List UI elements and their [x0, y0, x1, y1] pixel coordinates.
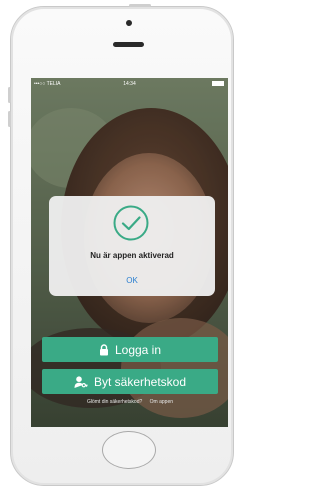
about-app-link[interactable]: Om appen: [150, 399, 173, 405]
login-button[interactable]: Logga in: [42, 337, 218, 362]
front-camera: [126, 20, 132, 26]
change-code-button[interactable]: Byt säkerhetskod: [42, 369, 218, 394]
status-bar: •••○○ TELIA 14:34: [31, 78, 228, 90]
change-code-button-label: Byt säkerhetskod: [93, 374, 187, 389]
person-key-icon: [74, 375, 88, 388]
volume-button-down: [8, 111, 11, 127]
forgot-code-link[interactable]: Glömt din säkerhetskod?: [87, 399, 142, 405]
activation-dialog: Nu är appen aktiverad OK: [49, 196, 215, 296]
checkmark-circle-icon: [113, 205, 149, 241]
home-button[interactable]: [102, 431, 156, 469]
status-time: 14:34: [123, 81, 136, 87]
ok-button[interactable]: OK: [49, 276, 215, 285]
lock-icon: [99, 343, 109, 356]
earpiece-speaker: [113, 42, 144, 47]
battery-icon: [212, 81, 224, 86]
power-button: [129, 4, 151, 7]
footer-links: Glömt din säkerhetskod? Om appen: [42, 399, 218, 405]
login-button-label: Logga in: [114, 342, 162, 357]
dialog-message: Nu är appen aktiverad: [90, 251, 174, 260]
volume-button-up: [8, 87, 11, 103]
